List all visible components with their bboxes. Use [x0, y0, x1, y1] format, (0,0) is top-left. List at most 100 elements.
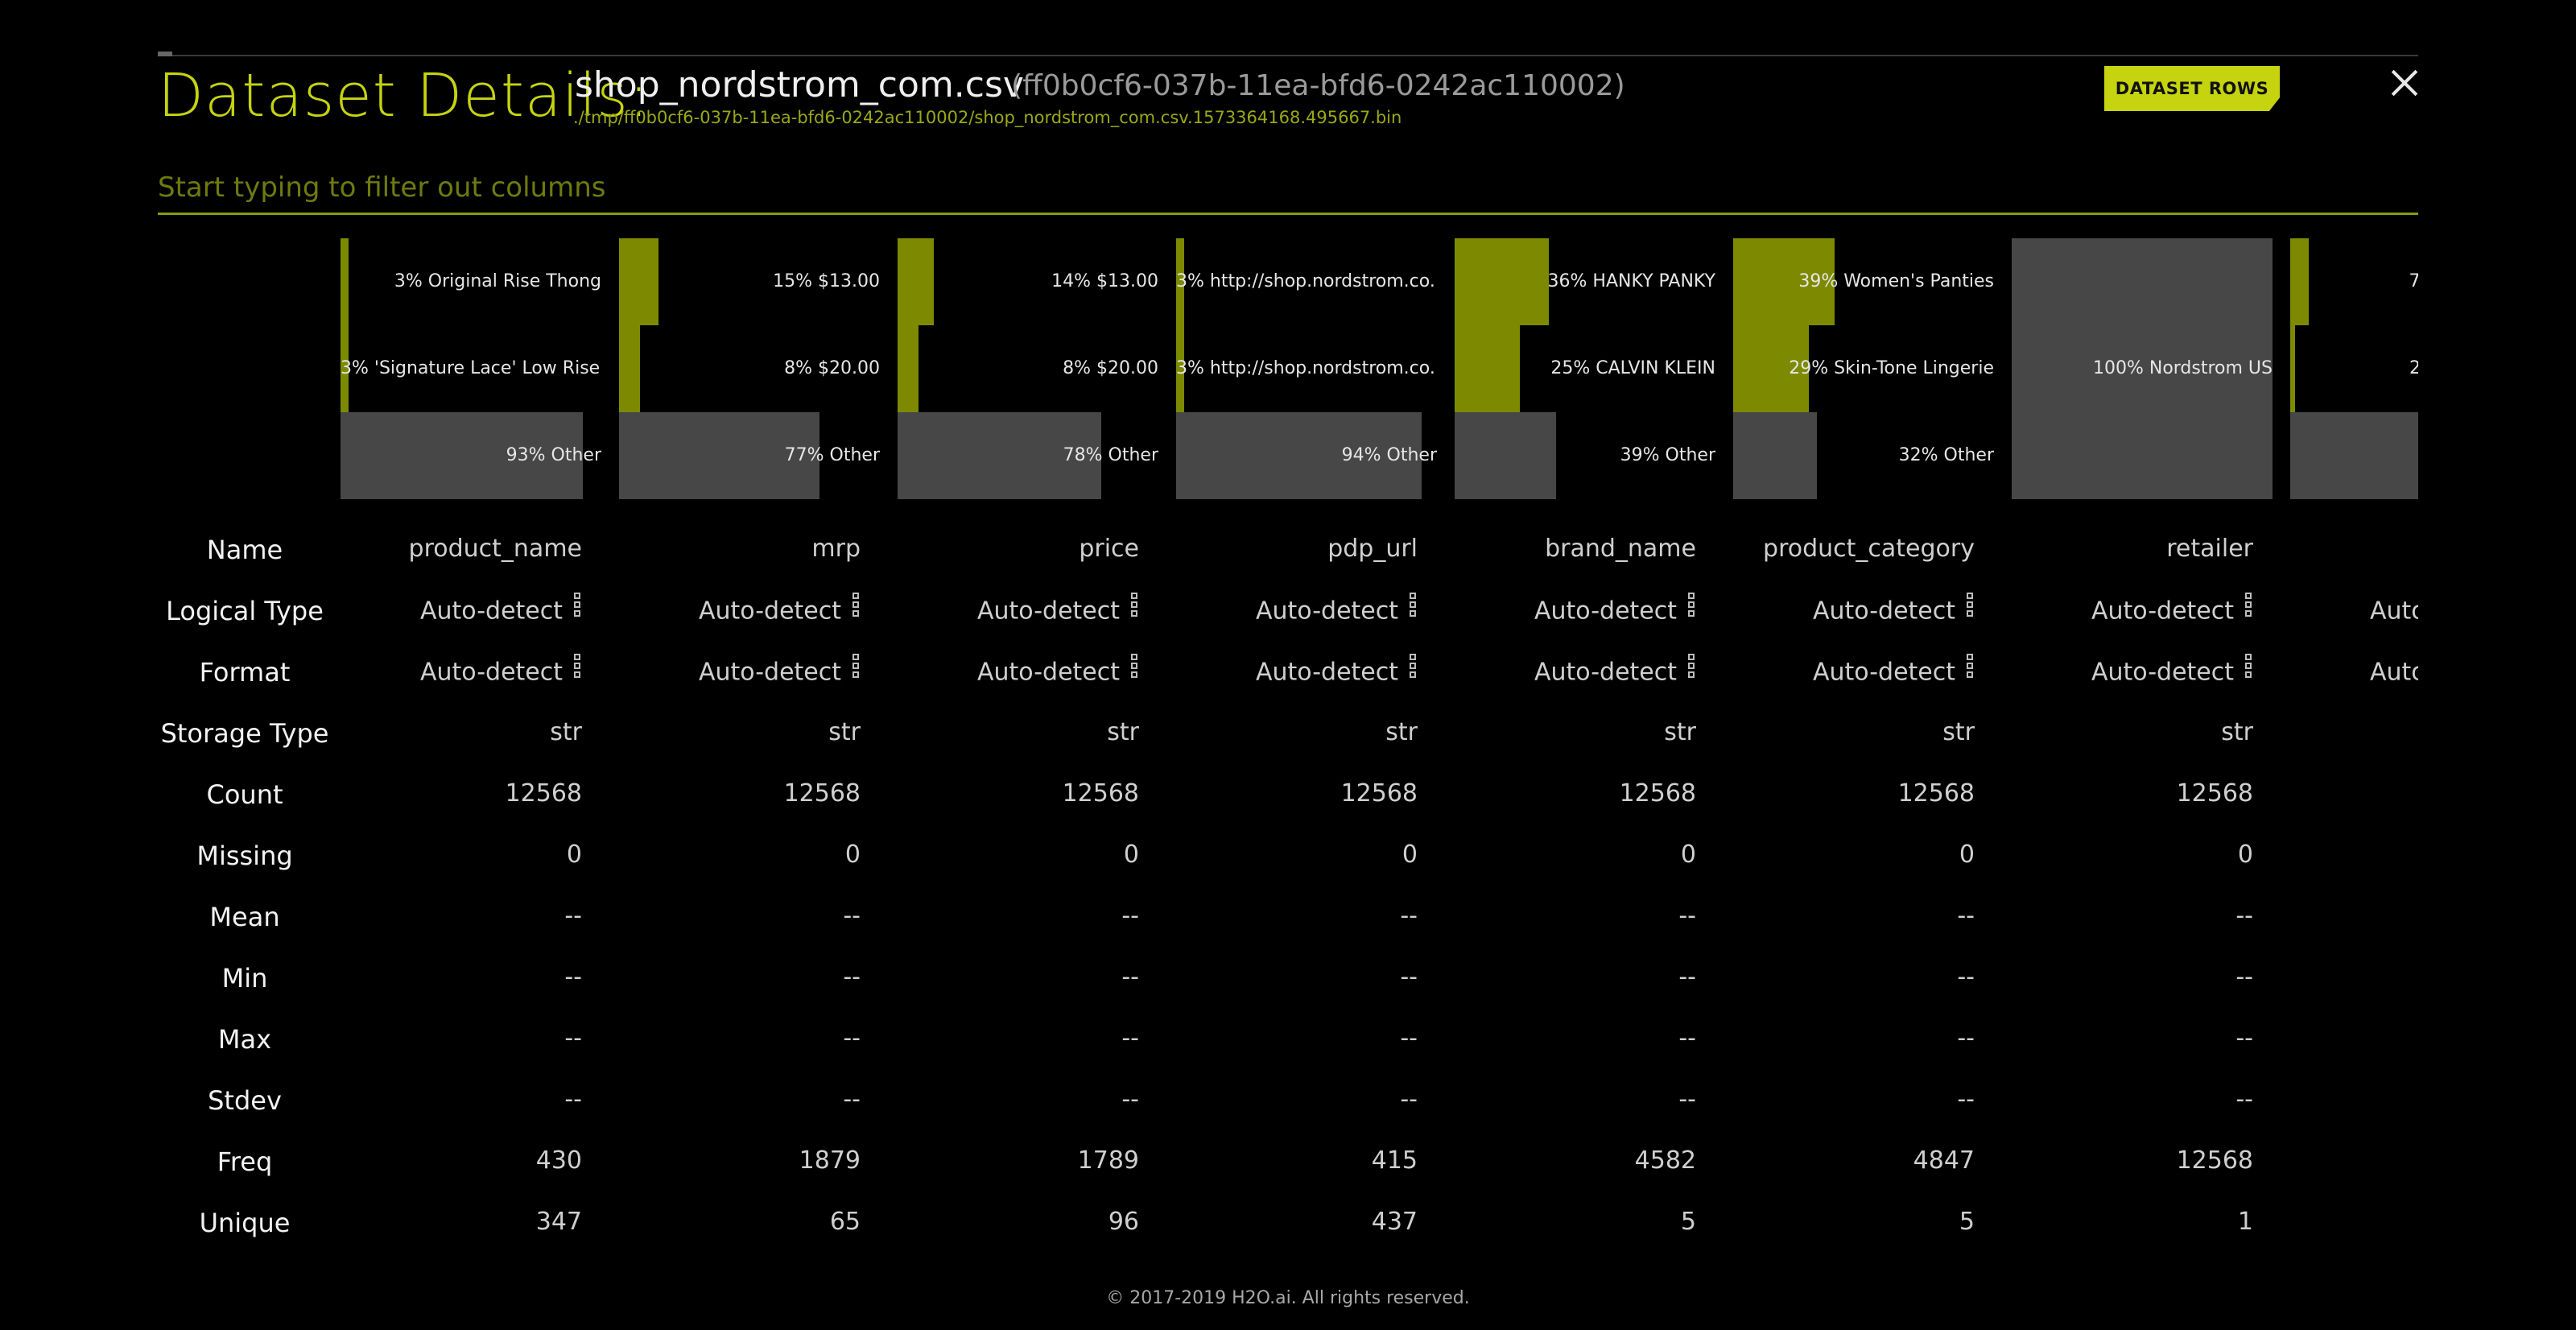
histogram-bar-other: [1455, 412, 1557, 499]
cell-missing-value: 0: [1123, 841, 1139, 869]
cell-min-value: --: [1400, 963, 1418, 991]
cell-storage-type: str: [1385, 718, 1418, 746]
row-label-freq: Freq: [217, 1146, 273, 1177]
cell-format[interactable]: Auto-detect: [420, 654, 582, 689]
cell-count-value: 12568: [1062, 779, 1139, 808]
cell-logical-type[interactable]: Auto-detect: [699, 593, 861, 628]
modal-top-border-cap: [158, 52, 172, 56]
cell-max: --: [2235, 1024, 2253, 1052]
cell-logical-type[interactable]: Auto-detect: [977, 593, 1139, 628]
cell-logical-type[interactable]: Auto-detect: [1256, 593, 1418, 628]
histogram-bar-label: 7% Fabulously s: [2409, 271, 2418, 291]
dropdown-icon: [2245, 654, 2253, 686]
cell-freq: 430: [536, 1146, 582, 1175]
histogram-bar-label: 77% Other: [784, 445, 880, 465]
cell-count-value: 12568: [2176, 779, 2253, 808]
cell-logical-type-value: Auto-detect: [1534, 597, 1677, 626]
cell-stdev-value: --: [843, 1085, 861, 1113]
column-mrp: 15% $13.00 8% $20.00 77% Other mrp Auto-dete…: [619, 238, 880, 1253]
column-filter-input[interactable]: [158, 166, 2418, 209]
dataset-file-name: shop_nordstrom_com.csv: [575, 64, 1024, 105]
cell-min: --: [2235, 963, 2253, 991]
dropdown-icon: [1410, 654, 1418, 686]
dropdown-icon: [852, 654, 861, 686]
histogram-bar-other: [1733, 412, 1817, 499]
dropdown-icon: [1967, 654, 1975, 686]
column-pdp_url: 3% http://shop.nordstrom.co... 3% http://…: [1176, 238, 1437, 1253]
cell-mean-value: --: [1121, 902, 1139, 930]
cell-unique-value: 96: [1108, 1208, 1139, 1236]
cell-unique: 347: [536, 1208, 582, 1236]
row-label-name: Name: [206, 535, 283, 565]
column-product_category: 39% Women's Panties 29% Skin-Tone Lingeri…: [1733, 238, 1994, 1253]
histogram-bar-top-value: [341, 238, 349, 325]
column-histogram: 7% Fabulously s 2% Full-coverag: [2290, 238, 2418, 499]
histogram-bar-top-value: [2290, 325, 2296, 412]
cell-format[interactable]: Auto-detect: [977, 654, 1139, 689]
dropdown-icon: [1410, 593, 1418, 625]
cell-unique: 65: [830, 1208, 861, 1236]
cell-logical-type[interactable]: Auto-detect: [1813, 593, 1975, 628]
cell-count-value: 12568: [1619, 779, 1696, 808]
dataset-rows-button[interactable]: DATASET ROWS: [2104, 66, 2280, 111]
dataset-id: (ff0b0cf6-037b-11ea-bfd6-0242ac110002): [1011, 69, 1625, 102]
histogram-bar-label: 39% Women's Panties: [1798, 271, 1994, 291]
cell-name-value: brand_name: [1545, 535, 1696, 563]
cell-storage-type: str: [1664, 718, 1696, 746]
cell-count: 12568: [1620, 779, 1696, 808]
row-label-storage-type: Storage Type: [160, 718, 329, 749]
cell-stdev: --: [1957, 1085, 1975, 1113]
cell-min: --: [1957, 963, 1975, 991]
column-histogram: 36% HANKY PANKY 25% CALVIN KLEIN 39% Other: [1455, 238, 1715, 499]
cell-stdev-value: --: [564, 1085, 582, 1113]
column-product_name: 3% Original Rise Thong 3% 'Signature Lace…: [341, 238, 601, 1253]
cell-max-value: --: [1678, 1024, 1696, 1052]
column-histogram: 39% Women's Panties 29% Skin-Tone Lingeri…: [1733, 238, 1994, 499]
dataset-path: ./tmp/ff0b0cf6-037b-11ea-bfd6-0242ac1100…: [573, 108, 1402, 127]
cell-max: --: [1678, 1024, 1696, 1052]
cell-name-value: product_name: [408, 535, 582, 563]
cell-mean-value: --: [1957, 902, 1975, 930]
cell-format[interactable]: Auto-detect: [1813, 654, 1975, 689]
cell-format[interactable]: Auto-detect: [2091, 654, 2253, 689]
dropdown-icon: [852, 593, 861, 625]
cell-missing-value: 0: [1680, 841, 1696, 869]
cell-name: product_name: [409, 535, 582, 563]
histogram-bar-label: 39% Other: [1620, 445, 1715, 465]
cell-freq-value: 1879: [799, 1146, 861, 1175]
dropdown-icon: [574, 593, 582, 625]
histogram-bar-top-value: [898, 325, 919, 412]
histogram-bar-top-value: [1455, 238, 1549, 325]
cell-count-value: 12568: [783, 779, 861, 808]
cell-missing: 0: [1124, 841, 1139, 869]
cell-stdev: --: [843, 1085, 861, 1113]
cell-unique: 5: [1959, 1208, 1975, 1236]
cell-unique: 437: [1372, 1208, 1418, 1236]
cell-logical-type[interactable]: Auto-detect: [2091, 593, 2253, 628]
cell-freq-value: 430: [535, 1146, 582, 1175]
cell-format[interactable]: Auto-detect: [1534, 654, 1696, 689]
cell-name-value: pdp_url: [1327, 535, 1418, 563]
cell-format[interactable]: Auto-detect: [699, 654, 861, 689]
column-brand_name: 36% HANKY PANKY 25% CALVIN KLEIN 39% Other…: [1455, 238, 1715, 1253]
histogram-bar-label: 3% Original Rise Thong: [394, 271, 601, 291]
cell-logical-type[interactable]: Auto-detect: [420, 593, 582, 628]
cell-name: pdp_url: [1327, 535, 1418, 563]
cell-stdev-value: --: [1400, 1085, 1418, 1113]
cell-format-value: Auto-detect: [1534, 658, 1677, 687]
cell-freq: 4582: [1635, 1146, 1696, 1175]
cell-storage-type: str: [2221, 718, 2253, 746]
footer-copyright: © 2017-2019 H2O.ai. All rights reserved.: [1106, 1288, 1470, 1308]
cell-freq: 415: [1372, 1146, 1418, 1175]
histogram-bar-top-value: [2290, 238, 2309, 325]
close-icon[interactable]: [2386, 66, 2423, 103]
cell-format[interactable]: Auto-detect: [1256, 654, 1418, 689]
histogram-bar-top-value: [898, 238, 935, 325]
cell-name-value: product_category: [1763, 535, 1975, 563]
cell-logical-type[interactable]: Auto-detect: [1534, 593, 1696, 628]
cell-logical-type[interactable]: Auto-detect: [2370, 596, 2418, 628]
cell-storage-type-value: str: [1942, 718, 1975, 746]
cell-max-value: --: [1957, 1024, 1975, 1052]
cell-format[interactable]: Auto-detect: [2370, 657, 2418, 689]
cell-count: 12568: [1063, 779, 1139, 808]
